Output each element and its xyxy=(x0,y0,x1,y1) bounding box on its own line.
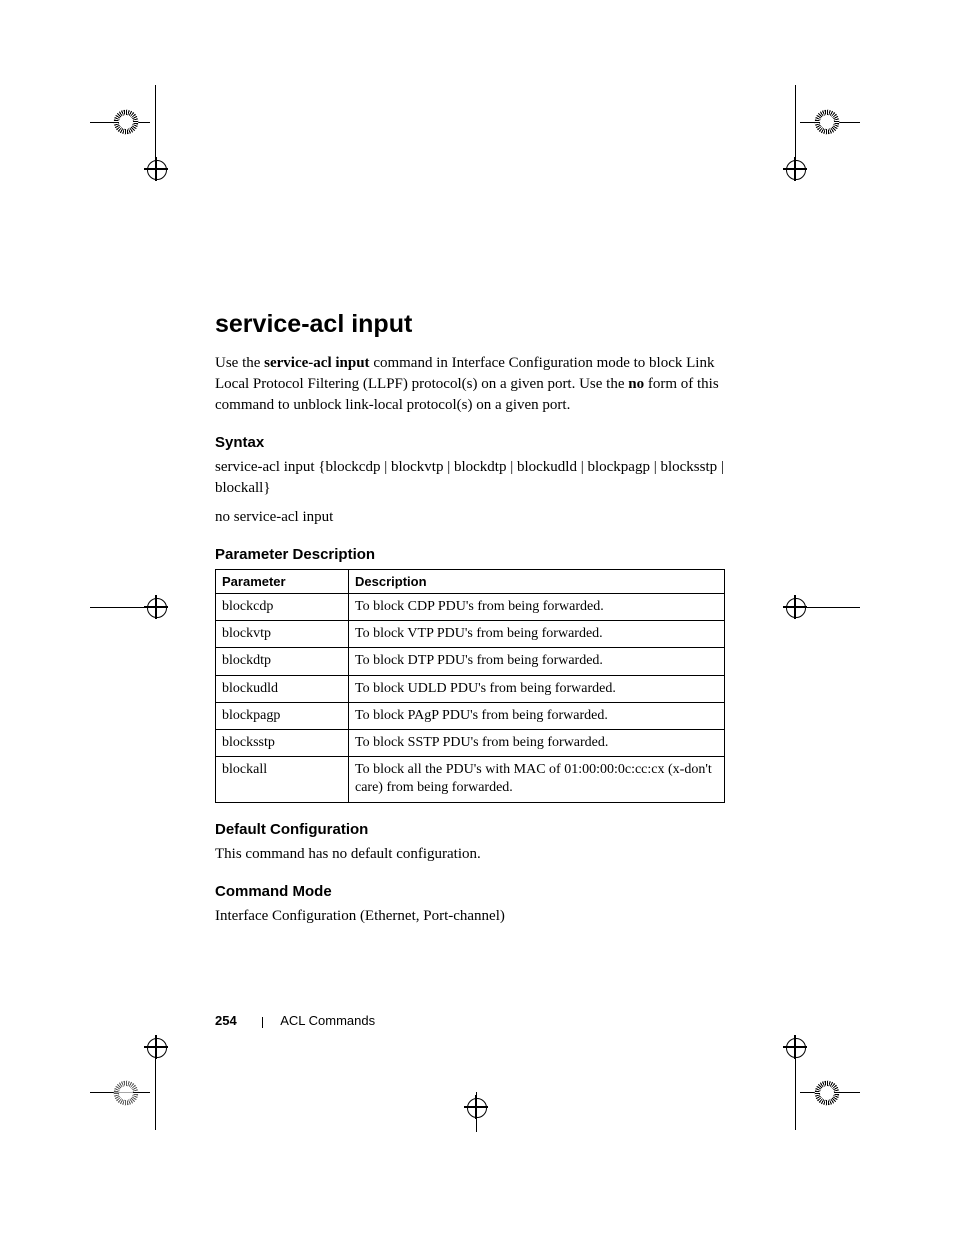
crop-mark-icon xyxy=(155,85,156,160)
table-row: blockall To block all the PDU's with MAC… xyxy=(216,757,725,802)
col-header-description: Description xyxy=(349,570,725,594)
table-row: blockdtp To block DTP PDU's from being f… xyxy=(216,648,725,675)
desc-cell: To block SSTP PDU's from being forwarded… xyxy=(349,729,725,756)
registration-mark-icon xyxy=(464,1095,488,1119)
command-mode-heading: Command Mode xyxy=(215,883,725,900)
syntax-line-1: service-acl input {blockcdp | blockvtp |… xyxy=(215,457,725,499)
registration-star-icon xyxy=(814,1080,840,1106)
param-cell: blockudld xyxy=(216,675,349,702)
syntax-line-2: no service-acl input xyxy=(215,507,725,528)
default-config-text: This command has no default configuratio… xyxy=(215,844,725,865)
desc-cell: To block CDP PDU's from being forwarded. xyxy=(349,594,725,621)
desc-cell: To block DTP PDU's from being forwarded. xyxy=(349,648,725,675)
page-content: service-acl input Use the service-acl in… xyxy=(215,310,725,935)
table-row: blockvtp To block VTP PDU's from being f… xyxy=(216,621,725,648)
desc-cell: To block all the PDU's with MAC of 01:00… xyxy=(349,757,725,802)
command-heading: service-acl input xyxy=(215,310,725,339)
table-row: blockpagp To block PAgP PDU's from being… xyxy=(216,702,725,729)
crop-mark-icon xyxy=(90,607,150,608)
desc-cell: To block UDLD PDU's from being forwarded… xyxy=(349,675,725,702)
intro-text-1: Use the xyxy=(215,355,264,371)
param-cell: blockvtp xyxy=(216,621,349,648)
registration-mark-icon xyxy=(783,595,807,619)
intro-bold-1: service-acl input xyxy=(264,355,369,371)
page-footer: 254 ACL Commands xyxy=(215,1013,375,1029)
page-number: 254 xyxy=(215,1013,237,1028)
section-name: ACL Commands xyxy=(280,1013,375,1028)
desc-cell: To block VTP PDU's from being forwarded. xyxy=(349,621,725,648)
registration-mark-icon xyxy=(783,157,807,181)
registration-star-icon xyxy=(814,109,840,135)
registration-star-icon xyxy=(113,109,139,135)
desc-cell: To block PAgP PDU's from being forwarded… xyxy=(349,702,725,729)
registration-mark-icon xyxy=(144,595,168,619)
param-cell: blockpagp xyxy=(216,702,349,729)
default-config-heading: Default Configuration xyxy=(215,821,725,838)
footer-separator xyxy=(262,1017,263,1028)
table-row: blockcdp To block CDP PDU's from being f… xyxy=(216,594,725,621)
crop-mark-icon xyxy=(800,607,860,608)
table-header-row: Parameter Description xyxy=(216,570,725,594)
registration-mark-icon xyxy=(144,1035,168,1059)
table-row: blockudld To block UDLD PDU's from being… xyxy=(216,675,725,702)
crop-mark-icon xyxy=(795,85,796,160)
parameter-description-heading: Parameter Description xyxy=(215,546,725,563)
registration-star-icon xyxy=(113,1080,139,1106)
intro-bold-2: no xyxy=(628,376,644,392)
parameter-table: Parameter Description blockcdp To block … xyxy=(215,569,725,803)
syntax-heading: Syntax xyxy=(215,434,725,451)
registration-mark-icon xyxy=(783,1035,807,1059)
intro-paragraph: Use the service-acl input command in Int… xyxy=(215,353,725,416)
param-cell: blocksstp xyxy=(216,729,349,756)
table-row: blocksstp To block SSTP PDU's from being… xyxy=(216,729,725,756)
param-cell: blockdtp xyxy=(216,648,349,675)
crop-mark-icon xyxy=(155,1055,156,1130)
command-mode-text: Interface Configuration (Ethernet, Port-… xyxy=(215,906,725,927)
param-cell: blockcdp xyxy=(216,594,349,621)
registration-mark-icon xyxy=(144,157,168,181)
crop-mark-icon xyxy=(795,1055,796,1130)
col-header-parameter: Parameter xyxy=(216,570,349,594)
param-cell: blockall xyxy=(216,757,349,802)
